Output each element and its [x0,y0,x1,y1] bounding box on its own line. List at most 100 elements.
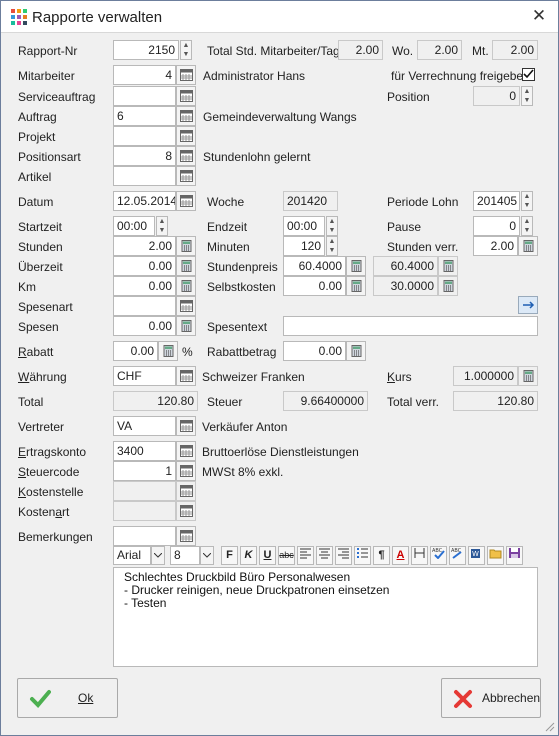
word-export-button[interactable]: W [468,546,485,565]
stundenpreis-calculator-button[interactable] [346,256,366,276]
projekt-field[interactable] [113,126,176,146]
selbstkosten-default-calculator-button [438,276,458,296]
positionsart-field[interactable]: 8 [113,146,176,166]
rabattbetrag-calculator-button[interactable] [346,341,366,361]
auftrag-field[interactable]: 6 [113,106,176,126]
minuten-stepper[interactable]: ▲ ▼ [326,236,338,256]
strikethrough-button[interactable]: abc [278,546,295,565]
ueberzeit-field[interactable]: 0.00 [113,256,176,276]
selbstkosten-field[interactable]: 0.00 [283,276,346,296]
font-name-select[interactable]: Arial [113,546,151,565]
rabatt-calculator-button[interactable] [158,341,178,361]
mitarbeiter-lookup-button[interactable] [176,65,196,85]
ertragskonto-lookup-button[interactable] [176,441,196,461]
font-size-select[interactable]: 8 [170,546,200,565]
rabattbetrag-field[interactable]: 0.00 [283,341,346,361]
underline-button[interactable]: U [259,546,276,565]
km-calculator-button[interactable] [176,276,196,296]
waehrung-field[interactable]: CHF [113,366,176,386]
datum-picker-button[interactable] [176,191,196,211]
total-verr-label: Total verr. [387,395,440,409]
save-button[interactable] [506,546,523,565]
vertreter-lookup-button[interactable] [176,416,196,436]
endzeit-field[interactable]: 00:00 [283,216,325,236]
startzeit-field[interactable]: 00:00 [113,216,155,236]
steuercode-field[interactable]: 1 [113,461,176,481]
selbstkosten-calculator-button[interactable] [346,276,366,296]
stunden-verr-calculator-button[interactable] [518,236,538,256]
spesenart-lookup-button[interactable] [176,296,196,316]
projekt-label: Projekt [18,130,56,144]
rapport-nr-stepper[interactable]: ▲ ▼ [180,40,192,60]
waehrung-lookup-button[interactable] [176,366,196,386]
endzeit-stepper[interactable]: ▲ ▼ [326,216,338,236]
projekt-lookup-button[interactable] [176,126,196,146]
spesen-refresh-button[interactable] [518,296,538,314]
startzeit-stepper[interactable]: ▲ ▼ [156,216,168,236]
position-stepper[interactable]: ▲ ▼ [521,86,533,106]
serviceauftrag-field[interactable] [113,86,176,106]
resize-grip-icon[interactable] [545,722,555,732]
mt-field: 2.00 [492,40,538,60]
stunden-calculator-button[interactable] [176,236,196,256]
font-name-dropdown[interactable] [151,546,165,565]
stunden-field[interactable]: 2.00 [113,236,176,256]
icon-cell [17,21,21,25]
remarks-editor[interactable]: Schlechtes Druckbild Büro Personalwesen … [113,567,538,667]
positionsart-lookup-button[interactable] [176,146,196,166]
stundenpreis-field[interactable]: 60.4000 [283,256,346,276]
paragraph-button[interactable]: ¶ [373,546,390,565]
bullet-list-button[interactable] [354,546,371,565]
bold-button[interactable]: F [221,546,238,565]
artikel-label: Artikel [18,170,52,184]
ok-button[interactable]: Ok [17,678,118,718]
auftrag-label: Auftrag [18,110,57,124]
spesentext-field[interactable] [283,316,538,336]
ueberzeit-calculator-button[interactable] [176,256,196,276]
steuercode-lookup-button[interactable] [176,461,196,481]
serviceauftrag-lookup-button[interactable] [176,86,196,106]
window-title: Rapporte verwalten [32,9,163,26]
stunden-verr-field[interactable]: 2.00 [473,236,518,256]
align-left-button[interactable] [297,546,314,565]
spellcheck-button[interactable]: ABC [430,546,447,565]
verrechnung-checkbox[interactable] [522,68,535,81]
spesen-calculator-button[interactable] [176,316,196,336]
editor-line: - Testen [124,596,167,610]
mitarbeiter-field[interactable]: 4 [113,65,176,85]
insert-image-button[interactable] [411,546,428,565]
spesenart-field[interactable] [113,296,176,316]
kostenart-lookup-button [176,501,196,521]
bemerkungen-field[interactable] [113,526,176,546]
align-right-button[interactable] [335,546,352,565]
font-color-button[interactable]: A [392,546,409,565]
spellcheck-options-button[interactable]: ABC [449,546,466,565]
align-center-button[interactable] [316,546,333,565]
minuten-field[interactable]: 120 [283,236,325,256]
kurs-label: Kurs [387,370,412,384]
periode-lohn-field[interactable]: 201405 [473,191,520,211]
close-icon[interactable]: ✕ [528,6,550,26]
rapport-nr-field[interactable]: 2150 [113,40,179,60]
cancel-button[interactable]: Abbrechen [441,678,541,718]
auftrag-lookup-button[interactable] [176,106,196,126]
rabatt-field[interactable]: 0.00 [113,341,158,361]
vertreter-field[interactable]: VA [113,416,176,436]
bemerkungen-lookup-button[interactable] [176,526,196,546]
km-label: Km [18,280,36,294]
pause-stepper[interactable]: ▲ ▼ [521,216,533,236]
open-folder-button[interactable] [487,546,504,565]
spesen-field[interactable]: 0.00 [113,316,176,336]
position-field: 0 [473,86,520,106]
pause-field[interactable]: 0 [473,216,520,236]
datum-field[interactable]: 12.05.2014 [113,191,176,211]
artikel-lookup-button[interactable] [176,166,196,186]
periode-lohn-stepper[interactable]: ▲ ▼ [521,191,533,211]
italic-button[interactable]: K [240,546,257,565]
auftrag-desc: Gemeindeverwaltung Wangs [203,110,357,124]
checkmark-icon [30,690,51,708]
font-size-dropdown[interactable] [200,546,214,565]
km-field[interactable]: 0.00 [113,276,176,296]
artikel-field[interactable] [113,166,176,186]
ertragskonto-field[interactable]: 3400 [113,441,176,461]
